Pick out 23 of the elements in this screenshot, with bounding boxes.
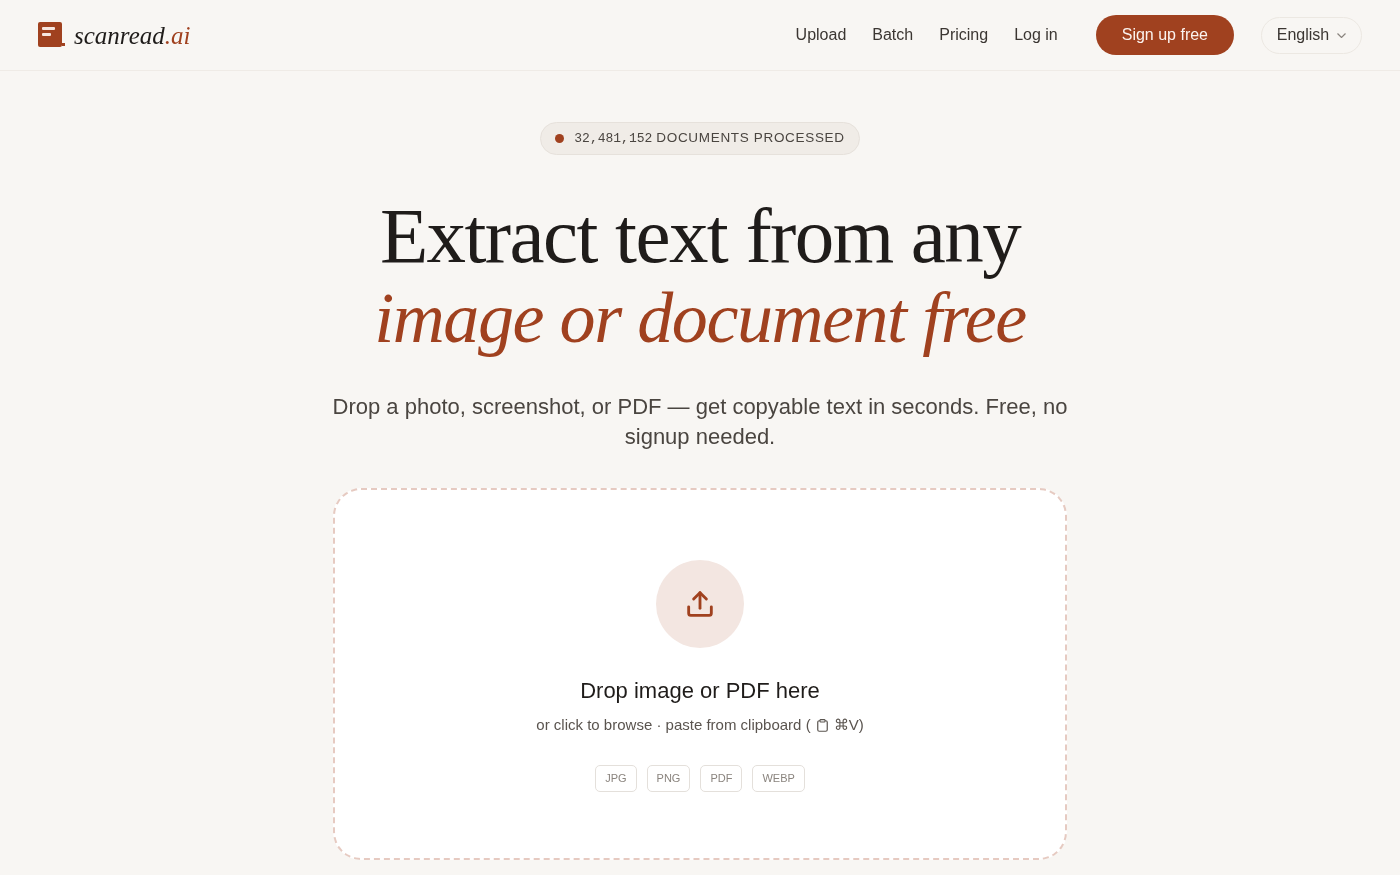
logo-icon [38, 22, 65, 48]
logo-text[interactable]: scanread.ai [74, 22, 191, 48]
badge-label: DOCUMENTS PROCESSED [656, 129, 845, 148]
nav-link[interactable]: Log in [1014, 23, 1058, 47]
format-tag: WEBP [752, 764, 805, 792]
nav-link[interactable]: Pricing [939, 23, 989, 47]
headline: Extract text from any [379, 191, 1021, 281]
status-dot-icon [555, 134, 565, 143]
document-count: 32,481,152 [574, 129, 653, 148]
headline-accent: image or document free [374, 278, 1026, 359]
clipboard-icon [816, 718, 828, 732]
browse-hint: or click to browse · paste from clipboard ( [536, 715, 811, 735]
paste-shortcut: ⌘V) [833, 715, 864, 735]
nav-link[interactable]: Batch [872, 23, 914, 47]
chevron-down-icon [1337, 32, 1347, 38]
format-tag: JPG [595, 764, 637, 792]
drop-zone-title: Drop image or PDF here [580, 677, 820, 705]
format-tag: PNG [646, 764, 691, 792]
sign-up-button[interactable]: Sign up free [1095, 15, 1234, 55]
subtitle: Drop a photo, screenshot, or PDF — get copyable text in seconds. Free, no signup needed. [331, 393, 1069, 451]
format-tag: PDF [700, 764, 743, 792]
file-drop-zone[interactable]: Drop image or PDF here or click to browse · paste from clipboard ( ⌘V) JPG PNG PDF WEBP [333, 488, 1067, 860]
nav-link[interactable]: Upload [795, 23, 847, 47]
